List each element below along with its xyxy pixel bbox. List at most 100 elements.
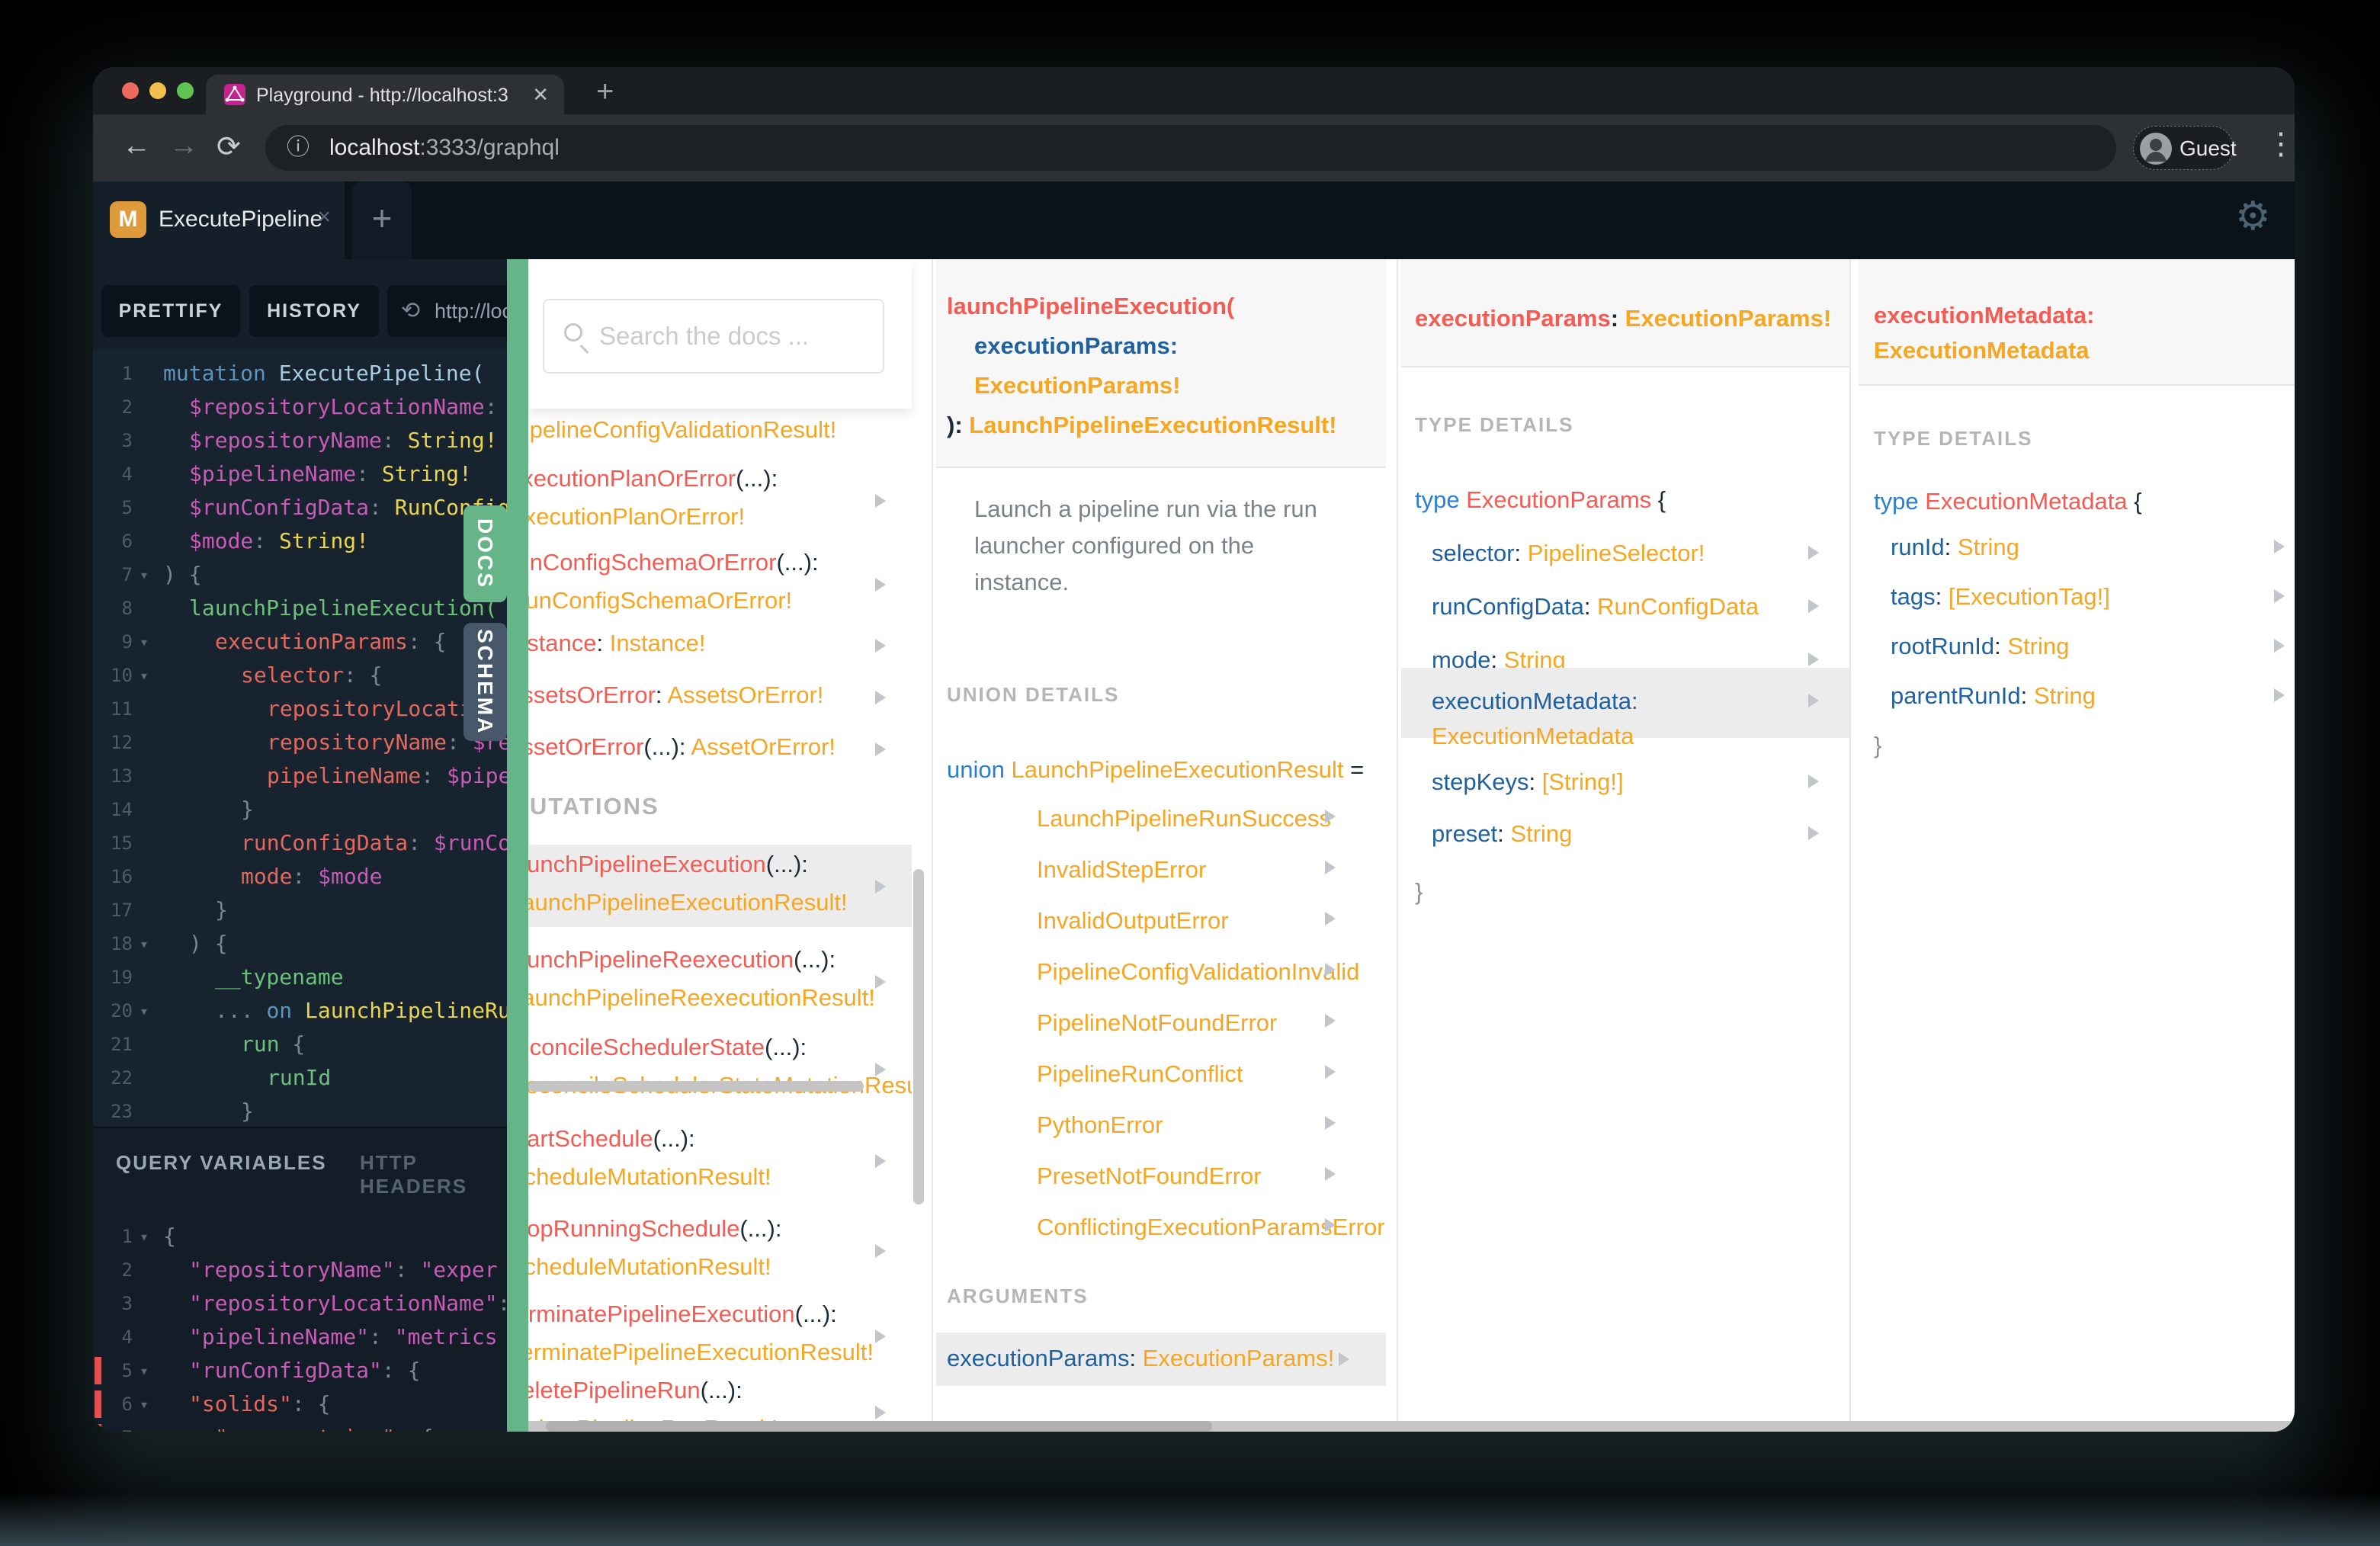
prettify-button[interactable]: PRETTIFY bbox=[101, 285, 240, 337]
forward-icon[interactable]: → bbox=[169, 130, 198, 162]
reload-icon[interactable]: ⟳ bbox=[217, 130, 241, 164]
new-tab-button[interactable]: + bbox=[596, 76, 614, 107]
tab-query-variables[interactable]: QUERY VARIABLES bbox=[116, 1151, 327, 1175]
code-line[interactable]: 20▾ ... on LaunchPipelineRunSuccess bbox=[93, 994, 507, 1028]
code-line[interactable]: 2 $repositoryLocationName: String! bbox=[93, 390, 507, 424]
close-window-button[interactable] bbox=[122, 82, 139, 99]
profile-button[interactable]: Guest bbox=[2133, 126, 2237, 170]
expand-arrow-icon[interactable] bbox=[1325, 1218, 1336, 1232]
type-field[interactable]: rootRunId: String bbox=[1891, 633, 2069, 660]
argument-row[interactable]: executionParams: ExecutionParams! bbox=[936, 1333, 1386, 1386]
expand-arrow-icon[interactable] bbox=[875, 1154, 886, 1168]
code-line[interactable]: 23} bbox=[93, 1095, 507, 1127]
fold-arrow-icon[interactable]: ▾ bbox=[133, 927, 156, 961]
query-code-area[interactable]: 1 mutation ExecutePipeline(2 $repositoryLo… bbox=[93, 349, 507, 1127]
type-field[interactable]: stepKeys: [String!] bbox=[1432, 768, 1624, 796]
doc-item[interactable]: assetOrError(...): AssetOrError! bbox=[528, 729, 912, 768]
type-field[interactable]: preset: String bbox=[1432, 820, 1572, 848]
type-field[interactable]: executionMetadata: bbox=[1432, 688, 1638, 715]
code-line[interactable]: 12 repositoryName: $repositoryName bbox=[93, 726, 507, 759]
doc-item[interactable]: executionPlanOrError(...): ExecutionPlanO… bbox=[528, 459, 912, 541]
code-line[interactable]: 5 $runConfigData: RunConfigData bbox=[93, 491, 507, 524]
expand-arrow-icon[interactable] bbox=[1808, 775, 1819, 788]
expand-arrow-icon[interactable] bbox=[875, 975, 886, 989]
doc-item[interactable]: launchPipelineReexecution(...): LaunchPip… bbox=[528, 940, 912, 1022]
tab-docs[interactable]: DOCS bbox=[463, 505, 507, 602]
browser-menu-icon[interactable]: ⋮ bbox=[2266, 127, 2295, 162]
code-line[interactable]: 4 "pipelineName": "metrics bbox=[93, 1320, 507, 1354]
query-variables-panel[interactable]: QUERY VARIABLES HTTP HEADERS 1 ▾{2 "reposi… bbox=[93, 1127, 507, 1432]
expand-arrow-icon[interactable] bbox=[875, 1406, 886, 1419]
code-line[interactable]: 9 ▾ executionParams: { bbox=[93, 625, 507, 659]
code-line[interactable]: 7▾"save_metrics": { bbox=[93, 1421, 507, 1432]
expand-arrow-icon[interactable] bbox=[2274, 688, 2285, 702]
doc-item[interactable]: instance: Instance! bbox=[528, 625, 912, 665]
code-line[interactable]: 11 repositoryLocationName: $repositoryLoc… bbox=[93, 692, 507, 726]
expand-arrow-icon[interactable] bbox=[875, 578, 886, 592]
fold-arrow-icon[interactable]: ▾ bbox=[133, 659, 156, 692]
settings-gear-icon[interactable]: ⚙ bbox=[2235, 194, 2271, 239]
tab-schema[interactable]: SCHEMA bbox=[463, 623, 507, 741]
type-field[interactable]: parentRunId: String bbox=[1891, 682, 2096, 710]
code-line[interactable]: 22 runId bbox=[93, 1061, 507, 1095]
code-line[interactable]: 14} bbox=[93, 793, 507, 826]
expand-arrow-icon[interactable] bbox=[875, 691, 886, 704]
union-member[interactable]: PipelineRunConflict bbox=[1037, 1060, 1243, 1088]
query-editor-panel[interactable]: PRETTIFY HISTORY ⟲ http://loc 1 mutation … bbox=[93, 259, 507, 1432]
expand-arrow-icon[interactable] bbox=[1325, 1014, 1336, 1028]
address-bar[interactable]: ⓘ localhost:3333/graphql bbox=[265, 125, 2116, 171]
playground-tab-close-icon[interactable]: × bbox=[317, 204, 331, 230]
fold-arrow-icon[interactable]: ▾ bbox=[133, 625, 156, 659]
expand-arrow-icon[interactable] bbox=[1325, 1167, 1336, 1181]
type-field[interactable]: runId: String bbox=[1891, 534, 2019, 561]
union-member[interactable]: PipelineConfigValidationInvalid bbox=[1037, 958, 1359, 986]
code-line[interactable]: 2 "repositoryName": "exper bbox=[93, 1253, 507, 1287]
type-field[interactable]: selector: PipelineSelector! bbox=[1432, 540, 1705, 567]
code-line[interactable]: 1 mutation ExecutePipeline( bbox=[93, 357, 507, 390]
endpoint-url-box[interactable]: ⟲ http://loc bbox=[387, 285, 507, 337]
union-member[interactable]: LaunchPipelineRunSuccess bbox=[1037, 805, 1331, 832]
code-line[interactable]: 15 runConfigData: $runConfigData bbox=[93, 826, 507, 860]
docs-panel-edge[interactable] bbox=[507, 259, 528, 1432]
tab-close-icon[interactable]: ✕ bbox=[532, 83, 549, 107]
code-line[interactable]: 3 $repositoryName: String! bbox=[93, 424, 507, 457]
code-line[interactable]: 6 ▾ "solids": { bbox=[93, 1387, 507, 1421]
fold-arrow-icon[interactable]: ▾ bbox=[133, 1387, 156, 1421]
zoom-window-button[interactable] bbox=[177, 82, 194, 99]
fold-arrow-icon[interactable]: ▾ bbox=[133, 1354, 156, 1387]
doc-item[interactable]: terminatePipelineExecution(...): Terminat… bbox=[528, 1294, 912, 1377]
docs-horizontal-scrollbar[interactable] bbox=[528, 1421, 2295, 1432]
expand-arrow-icon[interactable] bbox=[875, 743, 886, 756]
playground-new-tab-button[interactable]: + bbox=[352, 181, 412, 259]
code-line[interactable]: 18 ▾) { bbox=[93, 927, 507, 961]
fold-arrow-icon[interactable]: ▾ bbox=[133, 1421, 156, 1432]
expand-arrow-icon[interactable] bbox=[1325, 912, 1336, 925]
expand-arrow-icon[interactable] bbox=[875, 1063, 886, 1076]
browser-tab[interactable]: Playground - http://localhost:3 ✕ bbox=[206, 75, 564, 114]
expand-arrow-icon[interactable] bbox=[1339, 1352, 1349, 1366]
union-member[interactable]: InvalidStepError bbox=[1037, 856, 1206, 884]
code-line[interactable]: 8 launchPipelineExecution( bbox=[93, 592, 507, 625]
doc-item[interactable]: launchPipelineExecution(...): LaunchPipel… bbox=[528, 845, 912, 927]
type-field[interactable]: tags: [ExecutionTag!] bbox=[1891, 583, 2110, 611]
code-line[interactable]: 5 ▾ "runConfigData": { bbox=[93, 1354, 507, 1387]
expand-arrow-icon[interactable] bbox=[2274, 540, 2285, 553]
type-field-type[interactable]: ExecutionMetadata bbox=[1432, 723, 1634, 750]
doc-item[interactable]: PipelineConfigValidationResult! bbox=[528, 412, 912, 451]
scrollbar-thumb[interactable] bbox=[546, 1421, 1212, 1432]
doc-item[interactable]: startSchedule(...):ScheduleMutationResul… bbox=[528, 1119, 912, 1201]
doc-item[interactable]: assetsOrError: AssetsOrError! bbox=[528, 677, 912, 717]
expand-arrow-icon[interactable] bbox=[1325, 963, 1336, 977]
endpoint-reload-icon[interactable]: ⟲ bbox=[401, 285, 420, 337]
expand-arrow-icon[interactable] bbox=[2274, 589, 2285, 603]
union-member[interactable]: PipelineNotFoundError bbox=[1037, 1009, 1277, 1037]
code-line[interactable]: 16 mode: $mode bbox=[93, 860, 507, 893]
minimize-window-button[interactable] bbox=[149, 82, 166, 99]
code-line[interactable]: 3 "repositoryLocationName": bbox=[93, 1287, 507, 1320]
expand-arrow-icon[interactable] bbox=[1808, 546, 1819, 560]
expand-arrow-icon[interactable] bbox=[1325, 810, 1336, 823]
column-horizontal-scrollbar[interactable] bbox=[528, 1081, 864, 1092]
fold-arrow-icon[interactable]: ▾ bbox=[133, 558, 156, 592]
union-member[interactable]: InvalidOutputError bbox=[1037, 907, 1229, 935]
docs-vertical-scrollbar[interactable] bbox=[913, 869, 924, 1204]
